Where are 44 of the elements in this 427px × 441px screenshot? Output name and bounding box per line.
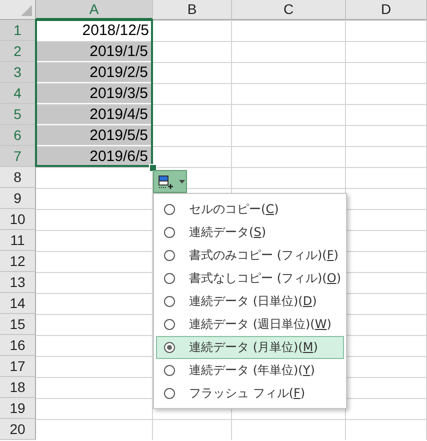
row-header[interactable]: 2	[0, 41, 36, 62]
column-header[interactable]: C	[232, 0, 346, 20]
row-header[interactable]: 15	[0, 314, 36, 335]
menu-item[interactable]: セルのコピー(C)	[156, 198, 344, 221]
menu-item[interactable]: 連続データ (年単位)(Y)	[156, 359, 344, 382]
row-header[interactable]: 3	[0, 62, 36, 83]
menu-item[interactable]: 書式のみコピー (フィル)(F)	[156, 244, 344, 267]
fill-options-icon	[158, 174, 174, 188]
column-header[interactable]: B	[153, 0, 232, 20]
row-header[interactable]: 10	[0, 209, 36, 230]
row-header[interactable]: 1	[0, 20, 36, 41]
row-header[interactable]: 16	[0, 335, 36, 356]
row-header[interactable]: 12	[0, 251, 36, 272]
menu-item[interactable]: 書式なしコピー (フィル)(O)	[156, 267, 344, 290]
table-cell: 2019/5/5	[36, 126, 152, 145]
row-header[interactable]: 19	[0, 398, 36, 419]
table-cell-text: 2018/12/5	[81, 21, 150, 41]
menu-item[interactable]: 連続データ (週日単位)(W)	[156, 313, 344, 336]
row-header[interactable]: 20	[0, 419, 36, 440]
menu-item[interactable]: 連続データ (月単位)(M)	[156, 336, 344, 359]
menu-item[interactable]: 連続データ (日単位)(D)	[156, 290, 344, 313]
row-header[interactable]: 18	[0, 377, 36, 398]
row-header[interactable]: 7	[0, 146, 36, 167]
row-header[interactable]: 11	[0, 230, 36, 251]
menu-item[interactable]: フラッシュ フィル(F)	[156, 382, 344, 405]
row-header[interactable]: 5	[0, 104, 36, 125]
row-header[interactable]: 14	[0, 293, 36, 314]
row-header[interactable]: 9	[0, 188, 36, 209]
row-header[interactable]: 6	[0, 125, 36, 146]
row-header[interactable]: 17	[0, 356, 36, 377]
column-header[interactable]: D	[346, 0, 427, 20]
table-cell: 2019/2/5	[36, 63, 152, 82]
auto-fill-options-button[interactable]	[153, 170, 187, 193]
triangle-icon	[21, 5, 32, 16]
table-cell: 2019/3/5	[36, 84, 152, 103]
row-header[interactable]: 13	[0, 272, 36, 293]
caret-icon	[179, 180, 185, 184]
row-header[interactable]: 8	[0, 167, 36, 188]
menu-item[interactable]: 連続データ(S)	[156, 221, 344, 244]
column-header[interactable]: A	[36, 0, 153, 20]
table-cell: 2019/4/5	[36, 105, 152, 124]
table-cell: 2019/6/5	[36, 147, 152, 166]
table-cell: 2019/1/5	[36, 42, 152, 61]
row-header[interactable]: 4	[0, 83, 36, 104]
